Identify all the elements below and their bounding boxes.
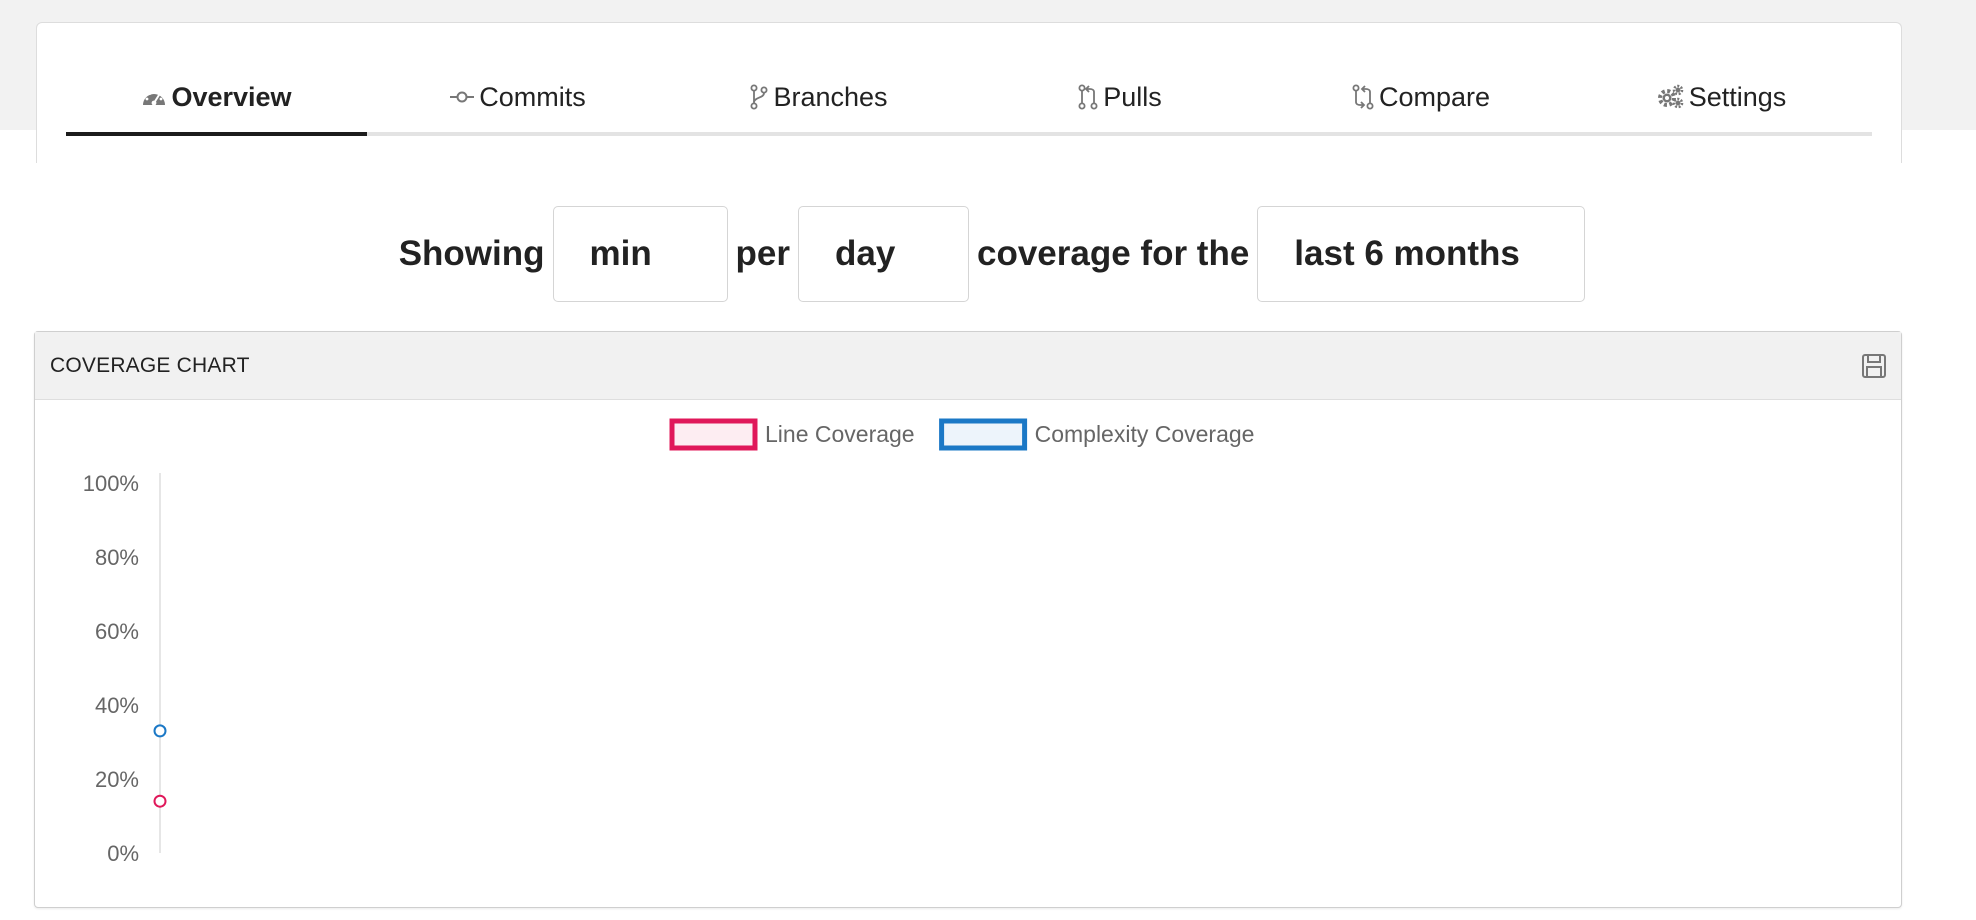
tab-pulls[interactable]: Pulls bbox=[969, 62, 1270, 132]
coverage-chart-panel: COVERAGE CHART 100% 80% 60% 40% 20% 0% Line Co… bbox=[34, 331, 1902, 908]
data-point bbox=[153, 724, 167, 738]
tab-commits-label: Commits bbox=[479, 81, 586, 112]
filter-coverage-for-text: coverage for the bbox=[976, 234, 1250, 273]
y-tick-label: 100% bbox=[83, 471, 139, 496]
data-point bbox=[153, 794, 167, 808]
branch-icon bbox=[749, 84, 769, 110]
filter-prefix-text: Showing bbox=[398, 234, 545, 273]
tab-compare-label: Compare bbox=[1378, 81, 1491, 112]
interval-select[interactable]: day bbox=[797, 206, 969, 302]
commit-icon bbox=[449, 89, 475, 105]
filter-per-text: per bbox=[735, 234, 790, 273]
floppy-disk-icon[interactable] bbox=[1861, 353, 1887, 379]
compare-icon bbox=[1351, 84, 1375, 110]
y-tick-label: 40% bbox=[95, 693, 139, 718]
legend-label: Line Coverage bbox=[765, 421, 915, 447]
y-tick-label: 0% bbox=[107, 841, 139, 866]
tab-overview[interactable]: Overview bbox=[66, 62, 367, 136]
y-tick-label: 60% bbox=[95, 619, 139, 644]
legend-label: Complexity Coverage bbox=[1035, 421, 1255, 447]
range-select-value: last 6 months bbox=[1294, 234, 1520, 273]
legend-swatch bbox=[669, 418, 758, 451]
aggregate-select-value: min bbox=[589, 234, 652, 273]
tab-bar: Overview Commits Branches Pulls Compare … bbox=[66, 62, 1872, 136]
y-tick-label: 80% bbox=[95, 545, 139, 570]
tab-pulls-label: Pulls bbox=[1103, 81, 1162, 112]
dashboard-icon bbox=[141, 86, 167, 108]
legend-swatch bbox=[939, 418, 1028, 451]
panel-header: COVERAGE CHART bbox=[35, 332, 1901, 400]
tab-branches[interactable]: Branches bbox=[668, 62, 969, 132]
tab-settings[interactable]: Settings bbox=[1571, 62, 1872, 132]
tab-overview-label: Overview bbox=[171, 81, 292, 112]
interval-select-value: day bbox=[834, 234, 896, 273]
pull-request-icon bbox=[1077, 84, 1099, 110]
tab-settings-label: Settings bbox=[1688, 81, 1787, 112]
gears-icon bbox=[1657, 84, 1685, 110]
coverage-chart: 100% 80% 60% 40% 20% 0% Line Coverage Complexit… bbox=[83, 418, 1255, 866]
tab-branches-label: Branches bbox=[773, 81, 888, 112]
range-select[interactable]: last 6 months bbox=[1257, 206, 1586, 302]
tab-compare[interactable]: Compare bbox=[1270, 62, 1571, 132]
aggregate-select[interactable]: min bbox=[552, 206, 728, 302]
panel-title: COVERAGE CHART bbox=[50, 353, 250, 377]
y-tick-label: 20% bbox=[95, 767, 139, 792]
coverage-filter-row: Showing min per day coverage for the las… bbox=[0, 205, 1976, 303]
tab-commits[interactable]: Commits bbox=[367, 62, 668, 132]
